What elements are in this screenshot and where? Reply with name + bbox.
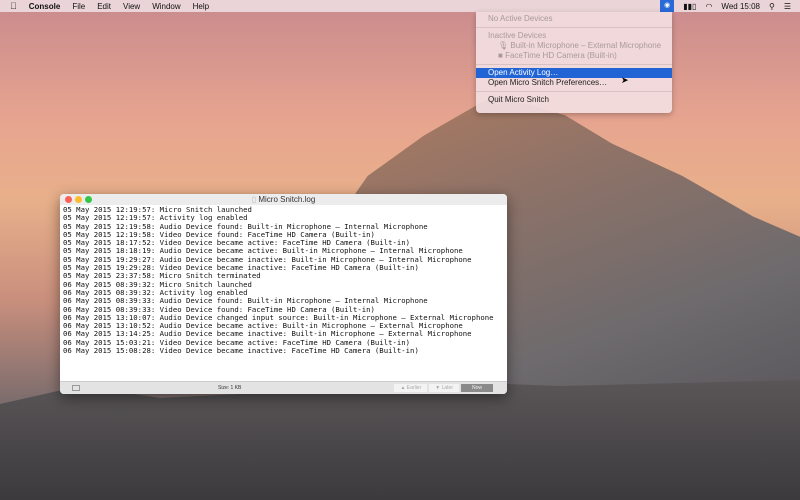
device-label: FaceTime HD Camera (Built-in) [505,51,617,60]
separator [476,64,672,65]
inactive-device-microphone: 🎙︎ Built-in Microphone – External Microp… [476,41,672,51]
apple-menu-icon[interactable]:  [10,1,17,11]
menu-view[interactable]: View [123,2,140,11]
log-text-view[interactable]: 05 May 2015 12:19:57: Micro Snitch launc… [60,205,507,380]
wifi-icon[interactable]: ◠ [705,2,712,11]
spotlight-search-icon[interactable]: ⚲ [769,2,775,11]
mouse-cursor-icon: ➤ [621,75,629,85]
no-active-devices-label: No Active Devices [488,14,553,23]
device-label: Built-in Microphone – External Microphon… [510,41,662,50]
window-title: Micro Snitch.log [258,195,316,204]
battery-icon[interactable]: ▮▮▯ [683,2,696,11]
separator [476,27,672,28]
camera-icon: ■ [498,51,506,60]
close-button[interactable] [65,196,72,203]
menu-file[interactable]: File [72,2,85,11]
earlier-button[interactable]: ▲ Earlier [394,384,428,392]
inactive-device-camera: ■ FaceTime HD Camera (Built-in) [476,51,672,61]
bottom-bar: Size: 1 KB ▲ Earlier ▼ Later Now [60,381,507,394]
console-window: ▯ Micro Snitch.log 05 May 2015 12:19:57:… [60,194,507,394]
zoom-button[interactable] [85,196,92,203]
inactive-devices-header: Inactive Devices [488,31,547,40]
wallpaper-foreground [0,380,800,500]
file-size: Size: 1 KB [218,385,242,391]
open-activity-log-item[interactable]: Open Activity Log… [476,68,672,78]
later-label: Later [441,385,453,391]
micro-snitch-status-icon[interactable]: ◉ [660,0,675,12]
now-button[interactable]: Now [461,384,493,392]
minimize-button[interactable] [75,196,82,203]
micro-snitch-menu: No Active Devices Inactive Devices 🎙︎ Bu… [476,12,672,113]
quit-item[interactable]: Quit Micro Snitch [476,95,672,105]
document-icon: ▯ [251,195,257,204]
menu-edit[interactable]: Edit [97,2,111,11]
sidebar-toggle-icon[interactable] [72,385,80,391]
menu-bar:  Console File Edit View Window Help ◉ ▮… [0,0,800,12]
microphone-icon: 🎙︎ [498,41,511,50]
open-preferences-item[interactable]: Open Micro Snitch Preferences… [476,78,672,88]
later-button[interactable]: ▼ Later [429,384,459,392]
clock[interactable]: Wed 15:08 [721,2,760,11]
earlier-label: Earlier [406,385,422,391]
title-bar[interactable]: ▯ Micro Snitch.log [60,194,507,205]
separator [476,91,672,92]
notification-center-icon[interactable]: ☰ [784,2,791,11]
log-line: 06 May 2015 15:08:28: Video Device becam… [63,346,419,356]
menu-help[interactable]: Help [193,2,209,11]
menu-app-console[interactable]: Console [29,2,61,11]
menu-window[interactable]: Window [152,2,180,11]
